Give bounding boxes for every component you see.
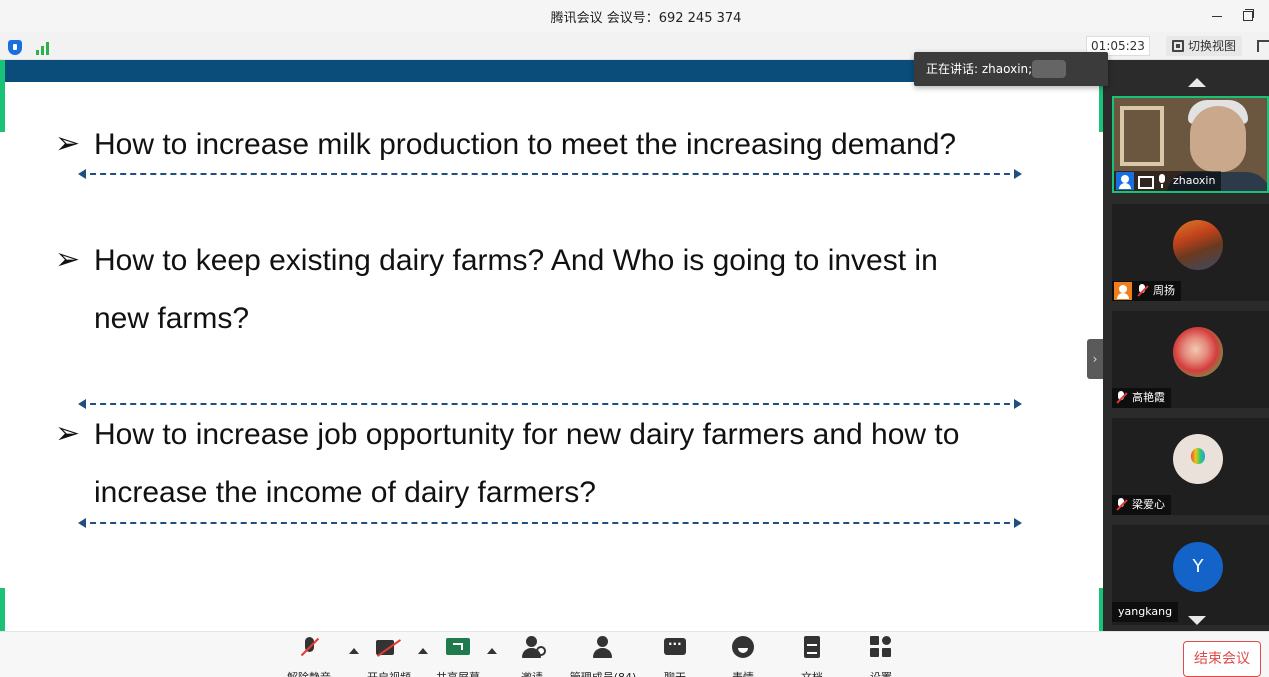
- bullet-arrow-icon: ➢: [55, 416, 81, 451]
- microphone-muted-icon: [1114, 391, 1128, 405]
- participant-name: yangkang: [1118, 605, 1173, 618]
- document-icon: [803, 636, 821, 660]
- share-options-caret-icon[interactable]: [487, 648, 497, 654]
- participant-nametag: zhaoxin: [1114, 171, 1222, 191]
- share-screen-icon: [446, 636, 470, 660]
- participant-name: 梁爱心: [1132, 498, 1165, 511]
- participant-name: zhaoxin: [1173, 174, 1216, 187]
- fullscreen-icon[interactable]: [1257, 40, 1269, 52]
- microphone-muted-icon: [1114, 498, 1128, 512]
- participant-name: 高艳霞: [1132, 391, 1165, 404]
- audio-options-caret-icon[interactable]: [349, 648, 359, 654]
- slide-point-2: How to keep existing dairy farms? And Wh…: [94, 244, 938, 335]
- participant-tile-zhaoxin[interactable]: zhaoxin: [1112, 96, 1269, 193]
- start-video-label: 开启视频: [362, 669, 416, 677]
- settings-grid-icon: [870, 636, 892, 660]
- collapse-panel-chevron-icon[interactable]: ›: [1087, 339, 1103, 379]
- balloon-icon: [1191, 448, 1205, 464]
- bullet-arrow-icon: ➢: [55, 126, 81, 161]
- slide-divider: [78, 399, 1022, 409]
- participant-avatar: [1173, 434, 1223, 484]
- reactions-label: 表情: [723, 669, 763, 677]
- scroll-up-arrow-icon[interactable]: [1188, 78, 1206, 87]
- smiley-icon: [731, 636, 755, 660]
- title-bar: 腾讯会议 会议号：692 245 374: [0, 0, 1269, 32]
- blurred-name: [1032, 60, 1066, 78]
- switch-view-button[interactable]: 切换视图: [1166, 36, 1242, 56]
- settings-label: 设置: [861, 669, 901, 677]
- microphone-muted-icon: [1135, 284, 1149, 298]
- security-shield-icon[interactable]: [8, 40, 22, 55]
- slide-point-3: How to increase job opportunity for new …: [94, 418, 960, 509]
- participant-tile-yangkang[interactable]: Y yangkang: [1112, 525, 1269, 625]
- docs-label: 文档: [792, 669, 832, 677]
- shared-screen-slide: ➢ How to increase milk production to mee…: [0, 60, 1103, 631]
- cohost-badge-icon: [1114, 282, 1132, 300]
- slide-divider: [78, 518, 1022, 528]
- chat-button[interactable]: 聊天: [655, 634, 695, 677]
- share-border-accent: [0, 588, 5, 631]
- participant-nametag: yangkang: [1112, 602, 1179, 622]
- start-video-button[interactable]: 开启视频: [362, 636, 416, 677]
- participant-nametag: 周扬: [1112, 281, 1181, 301]
- restore-window-icon[interactable]: [1237, 6, 1257, 26]
- active-speaker-text: 正在讲话: zhaoxin;: [926, 62, 1033, 76]
- share-border-accent: [0, 60, 5, 132]
- microphone-muted-icon: [299, 636, 319, 660]
- members-icon: [591, 636, 615, 660]
- participant-tile-gaoyanxia[interactable]: 高艳霞: [1112, 311, 1269, 408]
- slide-divider: [78, 169, 1022, 179]
- bullet-arrow-icon: ➢: [55, 242, 81, 277]
- meeting-toolbar: 解除静音 开启视频 共享屏幕 邀请 管理成员(84) 聊天 表情 文档 设置: [0, 631, 1269, 677]
- invite-label: 邀请: [512, 669, 552, 677]
- active-speaker-toast: 正在讲话: zhaoxin;: [914, 52, 1108, 86]
- participant-nametag: 高艳霞: [1112, 388, 1171, 408]
- chat-label: 聊天: [655, 669, 695, 677]
- view-layout-icon: [1172, 40, 1184, 52]
- manage-members-label: 管理成员(84): [566, 669, 640, 677]
- invite-user-icon: [520, 636, 546, 660]
- participant-tile-liangaixin[interactable]: 梁爱心: [1112, 418, 1269, 515]
- unmute-label: 解除静音: [282, 669, 336, 677]
- network-signal-icon[interactable]: [36, 41, 52, 55]
- window-title: 腾讯会议 会议号：692 245 374: [550, 11, 742, 26]
- manage-members-button[interactable]: 管理成员(84): [566, 636, 640, 677]
- video-options-caret-icon[interactable]: [418, 648, 428, 654]
- screen-share-icon: [1137, 174, 1154, 189]
- participant-nametag: 梁爱心: [1112, 495, 1171, 515]
- camera-off-icon: [376, 636, 402, 660]
- unmute-button[interactable]: 解除静音: [282, 636, 336, 677]
- share-screen-button[interactable]: 共享屏幕: [431, 636, 485, 677]
- microphone-icon: [1155, 174, 1169, 188]
- participant-avatar-letter: Y: [1173, 542, 1223, 592]
- host-badge-icon: [1116, 172, 1134, 190]
- chat-bubble-icon: [664, 634, 686, 660]
- participant-avatar: [1173, 327, 1223, 377]
- docs-button[interactable]: 文档: [792, 636, 832, 677]
- switch-view-label: 切换视图: [1188, 39, 1237, 53]
- share-screen-label: 共享屏幕: [431, 669, 485, 677]
- participant-name: 周扬: [1153, 284, 1175, 297]
- slide-point-1: How to increase milk production to meet …: [94, 128, 957, 161]
- minimize-icon[interactable]: [1207, 6, 1227, 26]
- reactions-button[interactable]: 表情: [723, 636, 763, 677]
- participant-avatar: [1173, 220, 1223, 270]
- end-meeting-button[interactable]: 结束会议: [1183, 641, 1261, 677]
- participant-tile-zhouyang[interactable]: 周扬: [1112, 204, 1269, 301]
- settings-button[interactable]: 设置: [861, 636, 901, 677]
- scroll-down-arrow-icon[interactable]: [1188, 616, 1206, 625]
- invite-button[interactable]: 邀请: [512, 636, 552, 677]
